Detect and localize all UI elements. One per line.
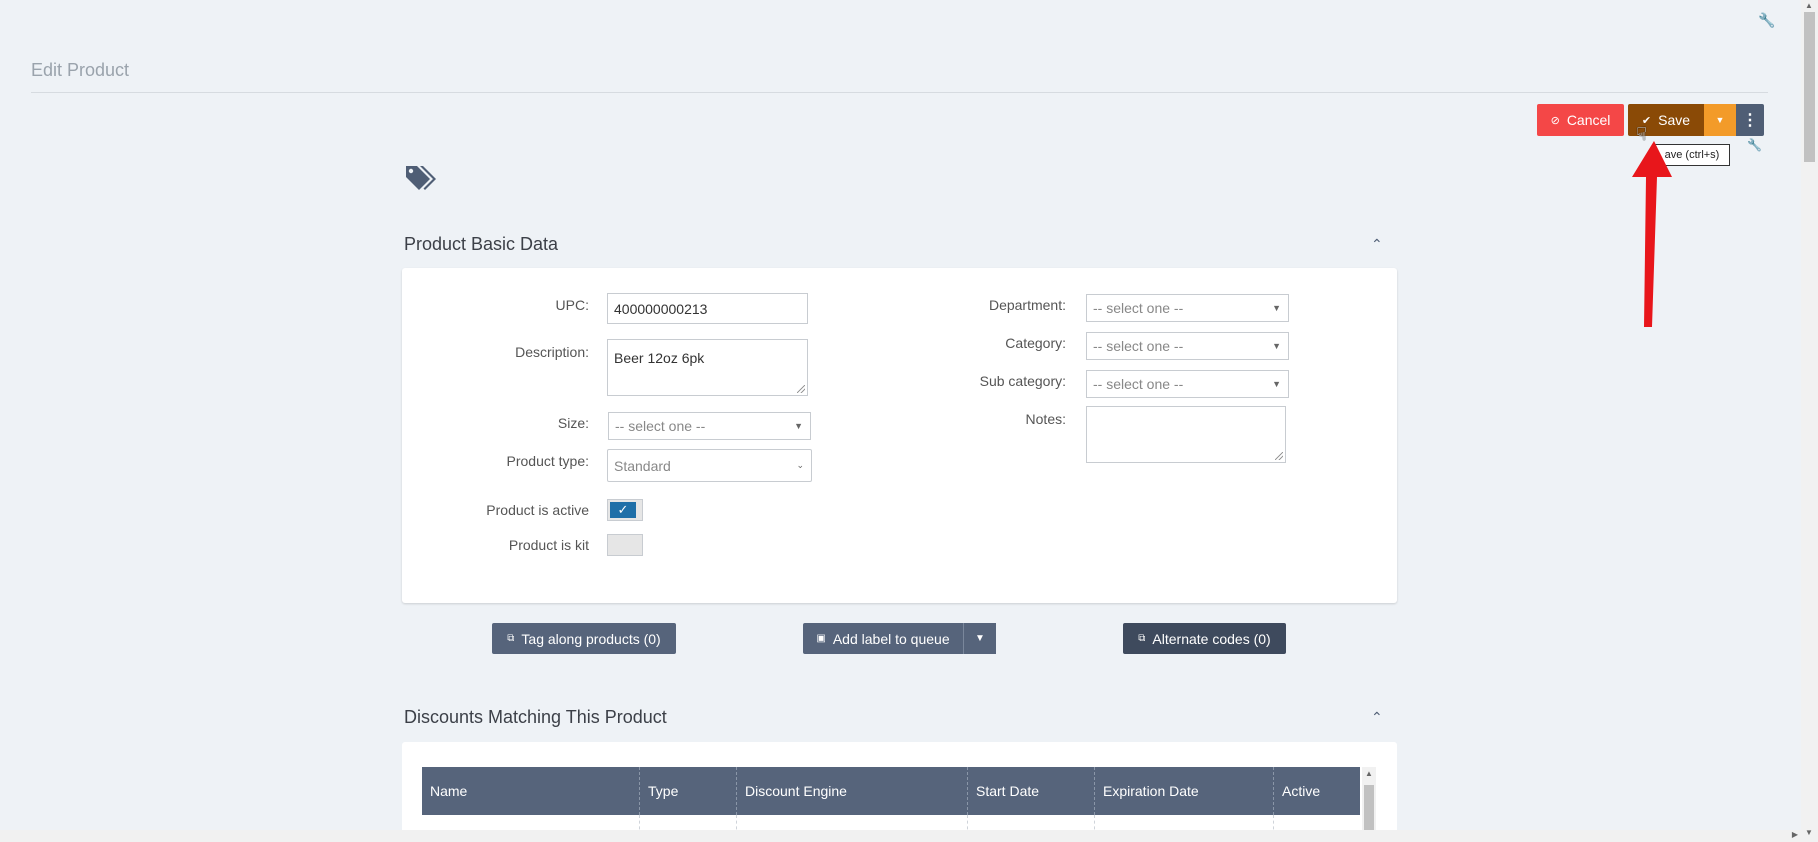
scroll-up-icon[interactable]: ▲ bbox=[1805, 1, 1813, 10]
add-label-text: Add label to queue bbox=[832, 630, 950, 647]
department-select[interactable]: -- select one -- ▼ bbox=[1086, 294, 1289, 322]
subcategory-label: Sub category: bbox=[979, 373, 1066, 389]
caret-down-icon: ▼ bbox=[1715, 115, 1725, 125]
category-placeholder: -- select one -- bbox=[1093, 338, 1184, 354]
product-type-select[interactable]: Standard ⌄ bbox=[607, 449, 812, 482]
ban-icon: ⊘ bbox=[1550, 114, 1560, 127]
department-placeholder: -- select one -- bbox=[1093, 300, 1184, 316]
scroll-right-icon[interactable]: ▶ bbox=[1792, 830, 1798, 839]
column-header-name[interactable]: Name bbox=[422, 767, 640, 815]
upc-input[interactable]: 400000000213 bbox=[607, 293, 808, 324]
category-select[interactable]: -- select one -- ▼ bbox=[1086, 332, 1289, 360]
resize-handle[interactable] bbox=[797, 385, 805, 393]
size-select[interactable]: -- select one -- ▼ bbox=[608, 412, 811, 440]
department-label: Department: bbox=[988, 297, 1066, 313]
column-header-expiration-date[interactable]: Expiration Date bbox=[1095, 767, 1274, 815]
alternate-codes-button[interactable]: ⧉ Alternate codes (0) bbox=[1123, 623, 1286, 654]
column-header-discount-engine[interactable]: Discount Engine bbox=[737, 767, 968, 815]
description-label: Description: bbox=[515, 344, 589, 360]
scrollbar-thumb[interactable] bbox=[1804, 12, 1815, 162]
scroll-down-icon[interactable]: ▼ bbox=[1805, 828, 1813, 837]
caret-down-icon: ▼ bbox=[1272, 341, 1281, 351]
product-type-value: Standard bbox=[614, 457, 671, 474]
tags-icon bbox=[406, 166, 436, 190]
resize-handle[interactable] bbox=[1275, 452, 1283, 460]
wrench-icon[interactable]: 🔧 bbox=[1758, 12, 1775, 29]
scroll-up-icon[interactable]: ▲ bbox=[1365, 769, 1373, 778]
horizontal-scrollbar[interactable]: ▶ bbox=[0, 830, 1801, 842]
size-label: Size: bbox=[557, 415, 589, 431]
check-icon: ✓ bbox=[610, 502, 636, 518]
caret-down-icon: ▼ bbox=[794, 421, 803, 431]
add-label-dropdown-button[interactable]: ▼ bbox=[963, 623, 996, 654]
discounts-table-header: Name Type Discount Engine Start Date Exp… bbox=[422, 767, 1360, 815]
section-title-basic-data: Product Basic Data bbox=[404, 234, 559, 254]
chevron-down-icon: ⌄ bbox=[796, 460, 804, 470]
category-label: Category: bbox=[1005, 335, 1066, 351]
alternate-codes-label: Alternate codes (0) bbox=[1152, 630, 1271, 647]
more-options-button[interactable]: ⋮ bbox=[1736, 104, 1764, 136]
chevron-up-icon[interactable]: ⌃ bbox=[1371, 709, 1383, 726]
product-kit-label: Product is kit bbox=[508, 537, 589, 553]
product-kit-toggle[interactable] bbox=[607, 534, 643, 556]
subcategory-placeholder: -- select one -- bbox=[1093, 376, 1184, 392]
red-arrow-annotation bbox=[1632, 141, 1672, 327]
tag-along-products-button[interactable]: ⧉ Tag along products (0) bbox=[492, 623, 676, 654]
save-dropdown-button[interactable]: ▼ bbox=[1704, 104, 1736, 136]
column-header-start-date[interactable]: Start Date bbox=[968, 767, 1095, 815]
product-type-label: Product type: bbox=[506, 453, 590, 469]
product-active-label: Product is active bbox=[486, 502, 589, 518]
section-title-discounts: Discounts Matching This Product bbox=[404, 707, 667, 727]
external-link-icon: ⧉ bbox=[1138, 633, 1146, 644]
page-scrollbar[interactable]: ▲ ▼ bbox=[1801, 0, 1818, 842]
square-dot-icon: ▣ bbox=[816, 633, 826, 644]
add-label-to-queue-button[interactable]: ▣ Add label to queue bbox=[803, 623, 963, 654]
description-value: Beer 12oz 6pk bbox=[614, 350, 705, 366]
chevron-up-icon[interactable]: ⌃ bbox=[1371, 236, 1383, 253]
description-textarea[interactable]: Beer 12oz 6pk bbox=[607, 339, 808, 396]
tag-along-label: Tag along products (0) bbox=[521, 630, 661, 647]
size-placeholder: -- select one -- bbox=[615, 418, 706, 434]
column-header-type[interactable]: Type bbox=[640, 767, 737, 815]
subcategory-select[interactable]: -- select one -- ▼ bbox=[1086, 370, 1289, 398]
caret-down-icon: ▼ bbox=[1272, 379, 1281, 389]
column-header-active[interactable]: Active bbox=[1274, 767, 1360, 815]
wrench-icon[interactable]: 🔧 bbox=[1747, 138, 1762, 152]
page-title: Edit Product bbox=[31, 60, 130, 80]
caret-down-icon: ▼ bbox=[975, 633, 985, 644]
vertical-dots-icon: ⋮ bbox=[1742, 112, 1758, 129]
title-divider bbox=[31, 92, 1768, 93]
external-link-icon: ⧉ bbox=[507, 633, 515, 644]
product-active-toggle[interactable]: ✓ bbox=[607, 499, 643, 521]
upc-label: UPC: bbox=[555, 297, 589, 313]
notes-textarea[interactable] bbox=[1086, 406, 1286, 463]
notes-label: Notes: bbox=[1025, 411, 1066, 427]
caret-down-icon: ▼ bbox=[1272, 303, 1281, 313]
